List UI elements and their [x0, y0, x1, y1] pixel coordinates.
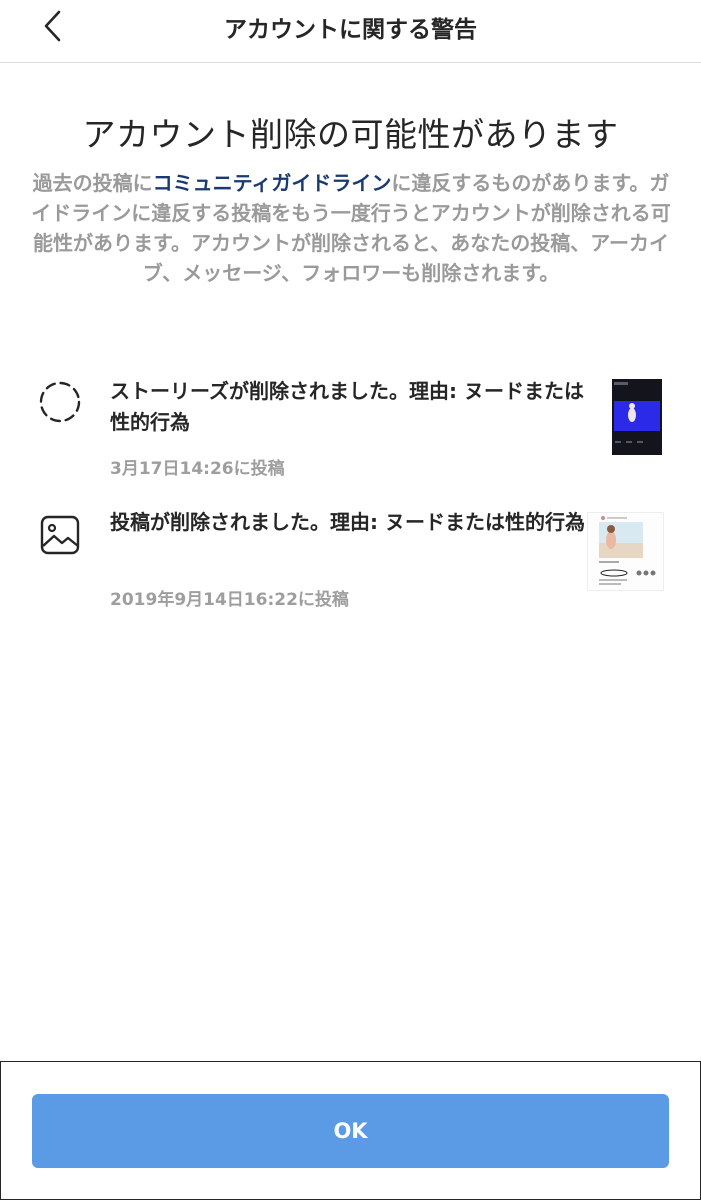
page-title: アカウントに関する警告	[224, 17, 477, 43]
nav-bar: アカウントに関する警告	[0, 0, 701, 63]
removed-item-timestamp: 3月17日14:26に投稿	[110, 459, 285, 479]
post-thumbnail[interactable]	[587, 512, 664, 591]
ok-button[interactable]: OK	[32, 1094, 669, 1168]
story-thumbnail[interactable]	[612, 379, 662, 455]
removed-content-item[interactable]: ストーリーズが削除されました。理由: ヌードまたは性的行為 3月17日14:26…	[0, 372, 701, 482]
removed-item-title: 投稿が削除されました。理由: ヌードまたは性的行為	[110, 510, 585, 534]
image-icon	[38, 513, 82, 557]
story-dashed-circle-icon	[38, 380, 82, 424]
description-text-before: 過去の投稿に	[32, 171, 153, 195]
removed-content-item[interactable]: 投稿が削除されました。理由: ヌードまたは性的行為 2019年9月14日16:2…	[0, 505, 701, 615]
warning-description: 過去の投稿にコミュニティガイドラインに違反するものがあります。ガイドラインに違反…	[26, 168, 676, 288]
warning-headline: アカウント削除の可能性があります	[82, 115, 619, 154]
removed-item-title: ストーリーズが削除されました。理由: ヌードまたは性的行為	[110, 379, 584, 434]
community-guidelines-link[interactable]: コミュニティガイドライン	[153, 171, 392, 195]
removed-item-timestamp: 2019年9月14日16:22に投稿	[110, 590, 349, 610]
